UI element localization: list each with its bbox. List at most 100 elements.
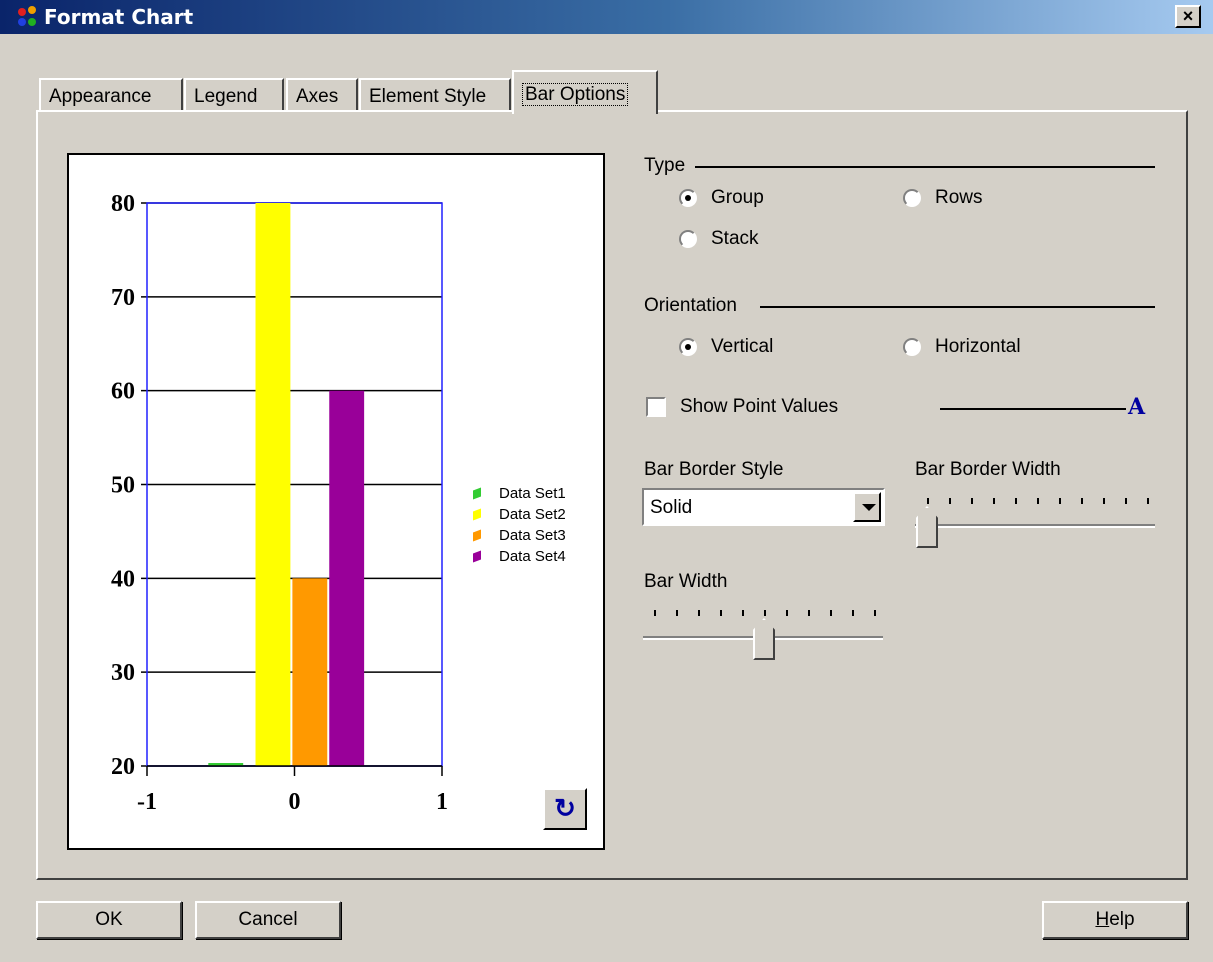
slider-tick (927, 498, 929, 504)
slider-tick (993, 498, 995, 504)
radio-label: Group (711, 187, 764, 208)
legend-label: Data Set1 (499, 485, 566, 502)
slider-tick (654, 610, 656, 616)
legend-label: Data Set4 (499, 548, 566, 565)
checkbox-box (646, 397, 666, 417)
radio-group[interactable]: Group (679, 187, 764, 209)
legend-item: Data Set2 (473, 504, 566, 525)
slider-tick (1037, 498, 1039, 504)
select-value: Solid (650, 497, 693, 518)
x-tick-label: 1 (436, 789, 448, 815)
refresh-icon: ↻ (554, 793, 576, 823)
tab-bar-options[interactable]: Bar Options (512, 70, 658, 114)
x-tick-label: 0 (289, 789, 301, 815)
slider-tick (1147, 498, 1149, 504)
tab-label: Legend (194, 86, 258, 107)
tab-label: Appearance (49, 86, 152, 107)
radio-stack[interactable]: Stack (679, 228, 759, 250)
slider-tick (1015, 498, 1017, 504)
y-tick-label: 50 (111, 473, 135, 499)
x-tick-label: -1 (137, 789, 157, 815)
bar-border-width-track[interactable] (915, 524, 1155, 528)
tab-label: Axes (296, 86, 339, 107)
chart-preview: 80 70 60 50 40 30 20 -1 0 1 Data Set1 Data Set2 D… (67, 153, 605, 850)
legend-item: Data Set4 (473, 546, 566, 567)
slider-tick (1103, 498, 1105, 504)
tab-label: Bar Options (522, 83, 629, 106)
slider-tick (971, 498, 973, 504)
radio-horizontal[interactable]: Horizontal (903, 336, 1021, 358)
font-a-icon[interactable]: A (1128, 394, 1145, 420)
legend-label: Data Set2 (499, 506, 566, 523)
radio-dot (679, 338, 697, 356)
show-point-values-checkbox[interactable]: Show Point Values (646, 396, 838, 418)
radio-dot (903, 338, 921, 356)
title-bar: Format Chart × (0, 0, 1213, 34)
slider-tick (786, 610, 788, 616)
refresh-button[interactable]: ↻ (543, 788, 587, 830)
slider-tick (1081, 498, 1083, 504)
type-group-label: Type (644, 155, 696, 177)
legend-swatch (473, 550, 481, 563)
help-accel: H (1095, 909, 1110, 930)
bar-border-style-select[interactable]: Solid (642, 488, 885, 526)
slider-tick (742, 610, 744, 616)
close-button[interactable]: × (1175, 5, 1201, 28)
bar (255, 203, 291, 766)
legend-item: Data Set3 (473, 525, 566, 546)
slider-tick (676, 610, 678, 616)
slider-tick (764, 610, 766, 616)
orientation-group-label: Orientation (644, 295, 747, 317)
slider-tick (874, 610, 876, 616)
y-tick-label: 20 (111, 754, 135, 780)
legend-label: Data Set3 (499, 527, 566, 544)
tab-element-style[interactable]: Element Style (359, 78, 511, 112)
radio-rows[interactable]: Rows (903, 187, 983, 209)
legend-swatch (473, 508, 481, 521)
y-tick-label: 70 (111, 285, 135, 311)
radio-label: Rows (935, 187, 983, 208)
slider-tick (949, 498, 951, 504)
legend-swatch (473, 487, 481, 500)
legend-swatch (473, 529, 481, 542)
help-rest: elp (1109, 909, 1135, 930)
chart-app-icon (18, 6, 40, 28)
slider-tick (698, 610, 700, 616)
ok-button[interactable]: OK (36, 901, 182, 939)
bar (292, 578, 328, 766)
bar-border-width-label: Bar Border Width (915, 459, 1061, 480)
radio-label: Horizontal (935, 336, 1021, 357)
slider-tick (852, 610, 854, 616)
y-tick-label: 30 (111, 660, 135, 686)
checkbox-label: Show Point Values (680, 396, 839, 417)
slider-tick (1125, 498, 1127, 504)
slider-tick (830, 610, 832, 616)
tab-appearance[interactable]: Appearance (39, 78, 183, 112)
type-group-line (660, 166, 1155, 168)
bar-width-label: Bar Width (644, 571, 728, 592)
cancel-button[interactable]: Cancel (195, 901, 341, 939)
help-button[interactable]: Help (1042, 901, 1188, 939)
y-tick-label: 40 (111, 566, 135, 592)
radio-label: Vertical (711, 336, 774, 357)
radio-label: Stack (711, 228, 759, 249)
y-tick-label: 80 (111, 191, 135, 217)
bar (329, 390, 365, 766)
font-line (940, 408, 1126, 410)
slider-tick (720, 610, 722, 616)
chart-legend: Data Set1 Data Set2 Data Set3 Data Set4 (473, 483, 566, 567)
legend-item: Data Set1 (473, 483, 566, 504)
y-tick-label: 60 (111, 379, 135, 405)
radio-dot (679, 189, 697, 207)
slider-tick (808, 610, 810, 616)
bar-border-style-label: Bar Border Style (644, 459, 784, 480)
radio-dot (903, 189, 921, 207)
tab-axes[interactable]: Axes (286, 78, 358, 112)
slider-tick (1059, 498, 1061, 504)
window-title: Format Chart (44, 5, 194, 29)
orientation-group-line (760, 306, 1155, 308)
radio-vertical[interactable]: Vertical (679, 336, 773, 358)
tab-legend[interactable]: Legend (184, 78, 284, 112)
chevron-down-icon[interactable] (853, 492, 881, 522)
tab-label: Element Style (369, 86, 487, 107)
